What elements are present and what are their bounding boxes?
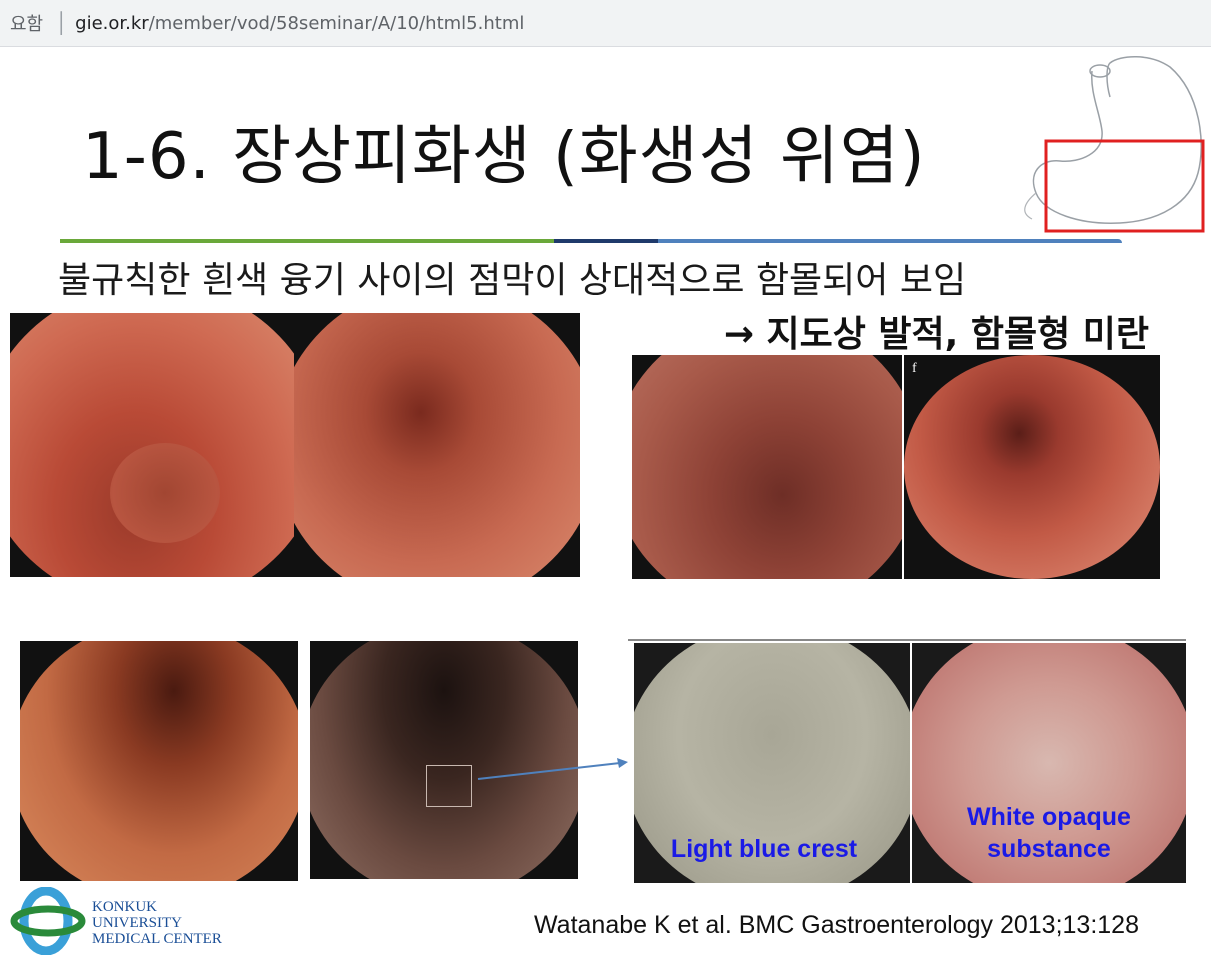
- arrow-icon: [477, 758, 628, 780]
- security-label[interactable]: 요함: [10, 10, 43, 36]
- subtitle-line1: 불규칙한 흰색 융기 사이의 점막이 상대적으로 함몰되어 보임: [58, 260, 967, 301]
- url-path: /member/vod/58seminar/A/10/html5.html: [148, 12, 525, 34]
- endoscopy-image-4: f: [904, 355, 1160, 579]
- nbi-right-label: White opaque substance: [942, 801, 1156, 865]
- logo-line1: KONKUK: [92, 899, 157, 915]
- magnified-region-box: [426, 765, 472, 807]
- endoscopy-image-1: [10, 313, 294, 577]
- address-separator: │: [55, 11, 68, 35]
- url-text[interactable]: gie.or.kr/member/vod/58seminar/A/10/html…: [75, 13, 524, 34]
- panel-letter-f: f: [912, 361, 917, 376]
- logo-line2: UNIVERSITY: [92, 915, 182, 931]
- nbi-left-label: Light blue crest: [670, 835, 858, 863]
- address-bar[interactable]: 요함 │ gie.or.kr/member/vod/58seminar/A/10…: [0, 0, 1211, 47]
- endoscopy-image-2: [294, 313, 580, 577]
- citation: Watanabe K et al. BMC Gastroenterology 2…: [534, 911, 1139, 939]
- logo-line3: MEDICAL CENTER: [92, 931, 222, 947]
- stomach-diagram-icon: [1024, 56, 1205, 233]
- endoscopy-image-5: [20, 641, 298, 881]
- nbi-divider-line: [628, 639, 1186, 641]
- nbi-right-label-line1: White opaque: [967, 803, 1131, 831]
- nbi-right-label-line2: substance: [987, 835, 1111, 863]
- header-rule-blue: [658, 239, 1122, 243]
- logo-text: KONKUK UNIVERSITY MEDICAL CENTER: [92, 899, 222, 947]
- url-host: gie.or.kr: [75, 12, 149, 34]
- endoscopy-image-3: [632, 355, 902, 579]
- subtitle-line2: → 지도상 발적, 함몰형 미란: [723, 314, 1149, 355]
- slide: 1-6. 장상피화생 (화생성 위염) 불규칙한 흰색 융기 사이의 점막이 상…: [0, 47, 1211, 955]
- header-rule-green: [60, 239, 554, 243]
- konkuk-logo-icon: [10, 887, 86, 955]
- nbi-image-right: White opaque substance: [912, 643, 1186, 883]
- slide-title: 1-6. 장상피화생 (화생성 위염): [82, 120, 926, 194]
- nbi-image-left: Light blue crest: [634, 643, 910, 883]
- header-rule-navy: [554, 239, 658, 243]
